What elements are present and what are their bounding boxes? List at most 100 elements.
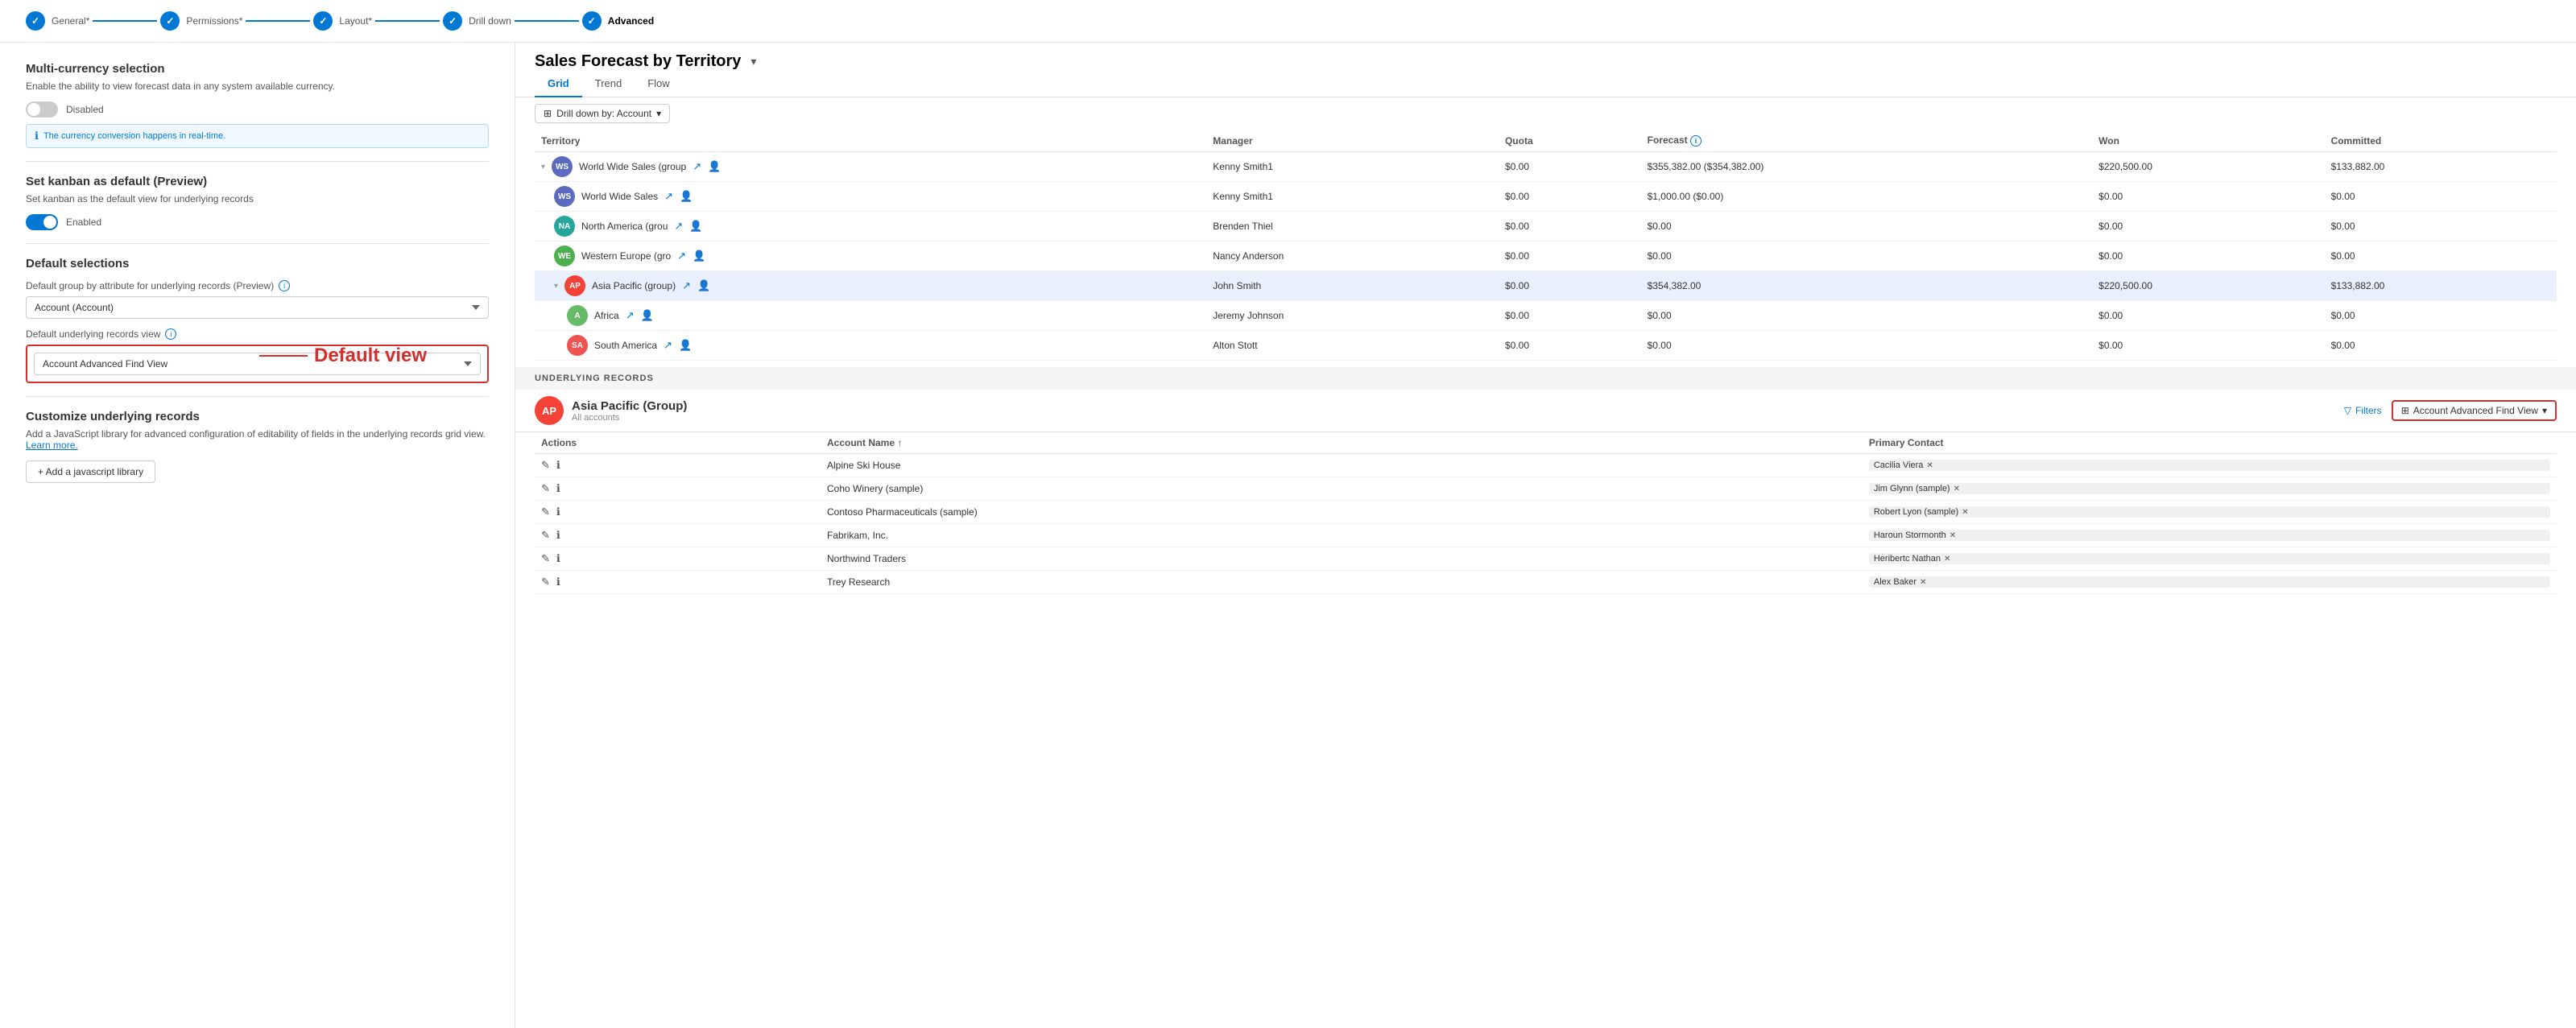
step-line-1 <box>93 20 157 22</box>
forecast-row[interactable]: WE Western Europe (gro ↗ 👤 Nancy Anderso… <box>535 242 2557 271</box>
info-icon[interactable]: ℹ <box>556 552 560 565</box>
contact-remove[interactable]: ✕ <box>1950 531 1956 540</box>
forecast-title-dropdown[interactable]: ▾ <box>750 55 756 68</box>
filter-label: Filters <box>2355 405 2382 416</box>
info-icon[interactable]: ℹ <box>556 506 560 518</box>
view-select[interactable]: Account Advanced Find View Active Accoun… <box>34 353 481 375</box>
share-icon[interactable]: ↗ <box>674 220 683 233</box>
view-selector[interactable]: ⊞ Account Advanced Find View ▾ <box>2392 400 2557 421</box>
forecast-row[interactable]: ▾ WS World Wide Sales (group ↗ 👤 Kenny S… <box>535 152 2557 182</box>
rec-contact-cell: Haroun Stormonth ✕ <box>1863 524 2557 547</box>
step-label-drilldown: Drill down <box>469 15 511 27</box>
kanban-toggle[interactable] <box>26 214 58 230</box>
info-icon[interactable]: ℹ <box>556 529 560 542</box>
expand-icon[interactable]: ▾ <box>541 163 545 171</box>
rec-contact-cell: Robert Lyon (sample) ✕ <box>1863 501 2557 524</box>
edit-icon[interactable]: ✎ <box>541 529 550 542</box>
forecast-row[interactable]: SA South America ↗ 👤 Alton Stott $0.00 $… <box>535 331 2557 361</box>
contact-remove[interactable]: ✕ <box>1944 555 1950 564</box>
rec-name-cell: Coho Winery (sample) <box>821 477 1786 501</box>
contact-remove[interactable]: ✕ <box>1926 461 1933 470</box>
forecast-row[interactable]: ▾ AP Asia Pacific (group) ↗ 👤 John Smith… <box>535 271 2557 301</box>
rec-name-cell: Northwind Traders <box>821 547 1786 571</box>
territory-name: Western Europe (gro <box>581 250 671 262</box>
edit-icon[interactable]: ✎ <box>541 506 550 518</box>
forecast-row[interactable]: WS World Wide Sales ↗ 👤 Kenny Smith1 $0.… <box>535 182 2557 212</box>
edit-icon[interactable]: ✎ <box>541 552 550 565</box>
expand-icon[interactable]: ▾ <box>554 282 558 291</box>
info-icon[interactable]: ℹ <box>556 459 560 472</box>
wizard-step-drilldown[interactable]: ✓ Drill down <box>443 11 511 31</box>
wizard-step-advanced[interactable]: ✓ Advanced <box>582 11 654 31</box>
forecast-row[interactable]: NA North America (grou ↗ 👤 Brenden Thiel… <box>535 212 2557 242</box>
share-icon[interactable]: ↗ <box>664 190 673 203</box>
step-circle-advanced: ✓ <box>582 11 602 31</box>
add-javascript-library-button[interactable]: + Add a javascript library <box>26 460 155 483</box>
contact-name: Heribertc Nathan <box>1874 554 1941 564</box>
group-name: Asia Pacific (Group) <box>572 399 687 413</box>
tab-flow[interactable]: Flow <box>635 71 682 97</box>
group-select[interactable]: Account (Account) <box>26 296 489 319</box>
record-row[interactable]: ✎ ℹ Trey Research Alex Baker ✕ <box>535 571 2557 594</box>
multicurrency-toggle[interactable] <box>26 101 58 118</box>
record-row[interactable]: ✎ ℹ Coho Winery (sample) Jim Glynn (samp… <box>535 477 2557 501</box>
person-icon[interactable]: 👤 <box>689 220 702 233</box>
wizard-step-layout[interactable]: ✓ Layout* <box>313 11 372 31</box>
group-info-icon[interactable]: i <box>279 280 290 291</box>
person-icon[interactable]: 👤 <box>708 160 721 173</box>
forecast-info-icon[interactable]: i <box>1690 135 1701 147</box>
edit-icon[interactable]: ✎ <box>541 459 550 472</box>
defaults-title: Default selections <box>26 257 489 270</box>
person-icon[interactable]: 👤 <box>693 250 705 262</box>
share-icon[interactable]: ↗ <box>664 339 672 352</box>
tab-grid[interactable]: Grid <box>535 71 582 97</box>
forecast-cell: $0.00 <box>1641 301 2093 331</box>
territory-actions: ↗ 👤 <box>693 160 721 173</box>
record-row[interactable]: ✎ ℹ Fabrikam, Inc. Haroun Stormonth ✕ <box>535 524 2557 547</box>
view-label-row: Default underlying records view i <box>26 328 489 340</box>
forecast-cell: $354,382.00 <box>1641 271 2093 301</box>
record-row[interactable]: ✎ ℹ Northwind Traders Heribertc Nathan ✕ <box>535 547 2557 571</box>
territory-avatar: WS <box>554 186 575 207</box>
step-label-permissions: Permissions* <box>186 15 242 27</box>
forecast-cell: $0.00 <box>1641 331 2093 361</box>
share-icon[interactable]: ↗ <box>626 309 635 322</box>
view-info-icon[interactable]: i <box>165 328 176 340</box>
person-icon[interactable]: 👤 <box>680 190 693 203</box>
committed-cell: $0.00 <box>2325 182 2557 212</box>
underlying-label: UNDERLYING RECORDS <box>535 374 654 383</box>
multicurrency-title: Multi-currency selection <box>26 62 489 76</box>
drill-down-button[interactable]: ⊞ Drill down by: Account ▾ <box>535 104 670 123</box>
forecast-row[interactable]: A Africa ↗ 👤 Jeremy Johnson $0.00 $0.00 … <box>535 301 2557 331</box>
territory-avatar: WS <box>552 156 573 177</box>
info-icon[interactable]: ℹ <box>556 576 560 588</box>
committed-cell: $0.00 <box>2325 212 2557 242</box>
contact-name: Haroun Stormonth <box>1874 531 1946 540</box>
contact-remove[interactable]: ✕ <box>1920 578 1926 587</box>
rec-empty-cell <box>1786 501 1863 524</box>
contact-remove[interactable]: ✕ <box>1954 485 1960 493</box>
tab-trend[interactable]: Trend <box>582 71 635 97</box>
record-row[interactable]: ✎ ℹ Alpine Ski House Cacilia Viera ✕ <box>535 454 2557 477</box>
forecast-title: Sales Forecast by Territory <box>535 52 741 71</box>
customize-title: Customize underlying records <box>26 410 489 423</box>
person-icon[interactable]: 👤 <box>641 309 654 322</box>
person-icon[interactable]: 👤 <box>697 279 710 292</box>
share-icon[interactable]: ↗ <box>677 250 686 262</box>
info-icon[interactable]: ℹ <box>556 482 560 495</box>
filters-button[interactable]: ▽ Filters <box>2344 405 2382 416</box>
share-icon[interactable]: ↗ <box>682 279 691 292</box>
wizard-step-permissions[interactable]: ✓ Permissions* <box>160 11 242 31</box>
wizard-step-general[interactable]: ✓ General* <box>26 11 89 31</box>
group-label-row: Default group by attribute for underlyin… <box>26 280 489 291</box>
record-row[interactable]: ✎ ℹ Contoso Pharmaceuticals (sample) Rob… <box>535 501 2557 524</box>
edit-icon[interactable]: ✎ <box>541 576 550 588</box>
learn-more-link[interactable]: Learn more. <box>26 440 78 451</box>
share-icon[interactable]: ↗ <box>693 160 701 173</box>
contact-remove[interactable]: ✕ <box>1962 508 1968 517</box>
rec-contact-cell: Alex Baker ✕ <box>1863 571 2557 594</box>
contact-tag: Heribertc Nathan ✕ <box>1869 553 2550 564</box>
kanban-toggle-row: Enabled <box>26 214 489 230</box>
person-icon[interactable]: 👤 <box>679 339 692 352</box>
edit-icon[interactable]: ✎ <box>541 482 550 495</box>
